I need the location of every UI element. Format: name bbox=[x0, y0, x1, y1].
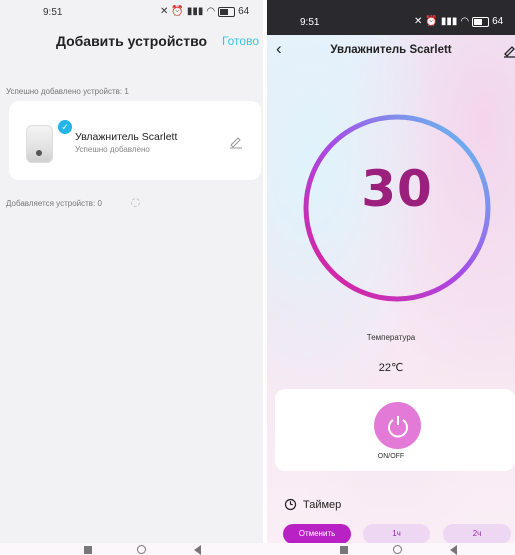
status-icons: ✕ ⏰ ▮▮▮ ◠ 64 bbox=[414, 16, 503, 27]
temperature-value: 22℃ bbox=[378, 362, 404, 374]
timer-cancel-chip[interactable]: Отменить bbox=[283, 524, 351, 544]
home-icon[interactable] bbox=[393, 545, 402, 554]
added-summary: Успешно добавлено устройств: 1 bbox=[6, 87, 129, 96]
status-time: 9:51 bbox=[43, 7, 63, 18]
home-icon[interactable] bbox=[137, 545, 146, 554]
mute-icon: ✕ bbox=[414, 16, 423, 27]
left-screen: 9:51 ✕ ⏰ ▮▮▮ ◠ 64 Добавить устройство Го… bbox=[0, 0, 263, 555]
device-status: Успешно добавлено bbox=[75, 145, 150, 154]
status-time: 9:51 bbox=[300, 17, 320, 28]
alarm-icon: ⏰ bbox=[171, 6, 184, 17]
right-screen: 9:51 ✕ ⏰ ▮▮▮ ◠ 64 ‹ Увлажнитель Scarlett… bbox=[267, 0, 515, 555]
timer-header: Таймер bbox=[284, 498, 341, 511]
battery-level: 64 bbox=[238, 6, 250, 17]
power-button[interactable] bbox=[374, 402, 421, 449]
device-name: Увлажнитель Scarlett bbox=[75, 131, 178, 143]
done-button[interactable]: Готово bbox=[222, 34, 259, 48]
pencil-icon[interactable] bbox=[229, 135, 243, 149]
wifi-icon: ◠ bbox=[460, 16, 470, 27]
timer-1h-chip[interactable]: 1ч bbox=[363, 524, 430, 544]
timer-2h-chip[interactable]: 2ч bbox=[443, 524, 511, 544]
adding-summary: Добавляется устройств: 0 bbox=[6, 199, 102, 208]
status-icons: ✕ ⏰ ▮▮▮ ◠ 64 bbox=[160, 6, 249, 17]
alarm-icon: ⏰ bbox=[425, 16, 438, 27]
battery-icon bbox=[472, 16, 490, 27]
back-nav-icon[interactable] bbox=[194, 545, 201, 555]
power-icon bbox=[387, 415, 408, 437]
edit-icon[interactable] bbox=[503, 44, 515, 58]
recents-icon[interactable] bbox=[84, 546, 92, 554]
mute-icon: ✕ bbox=[160, 6, 169, 17]
device-image bbox=[26, 125, 53, 163]
recents-icon[interactable] bbox=[340, 546, 348, 554]
battery-icon bbox=[218, 6, 236, 17]
power-label: ON/OFF bbox=[377, 453, 405, 460]
wifi-icon: ◠ bbox=[206, 6, 216, 17]
signal-icon: ▮▮▮ bbox=[440, 16, 458, 27]
signal-icon: ▮▮▮ bbox=[186, 6, 204, 17]
target-value: 30 bbox=[361, 160, 433, 218]
back-nav-icon[interactable] bbox=[450, 545, 457, 555]
timer-label: Таймер bbox=[303, 498, 342, 511]
check-icon: ✓ bbox=[57, 119, 73, 135]
spinner-icon bbox=[130, 197, 141, 208]
system-nav-bar bbox=[0, 543, 515, 555]
device-title: Увлажнитель Scarlett bbox=[330, 44, 452, 56]
temperature-label: Температура bbox=[366, 333, 416, 342]
battery-level: 64 bbox=[492, 16, 504, 27]
timer-icon bbox=[284, 498, 297, 511]
